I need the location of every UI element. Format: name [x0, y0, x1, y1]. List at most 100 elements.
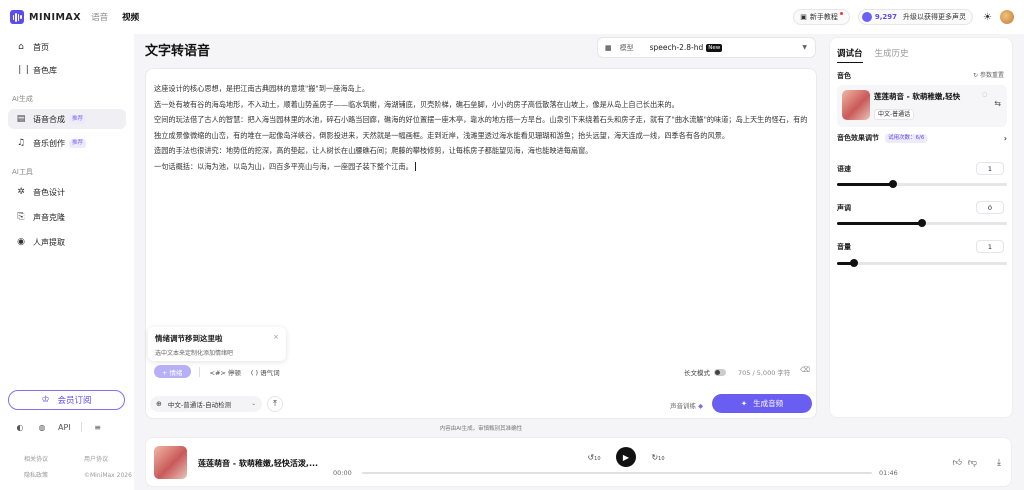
effect-label: 音色效果调节: [837, 134, 879, 142]
theme-toggle-icon[interactable]: ☀: [983, 12, 992, 23]
voice-effect-row[interactable]: 音色效果调节 试用次数：6/6 ›: [837, 133, 1007, 143]
discord-icon[interactable]: ◐: [14, 421, 26, 433]
editor-text[interactable]: 这座设计的核心思想，是把江南古典园林的意境"搬"到一座海岛上。 选一处有坡有谷的…: [154, 81, 809, 174]
avatar[interactable]: [1000, 10, 1014, 24]
tab-history[interactable]: 生成历史: [875, 47, 909, 63]
emotion-button[interactable]: + 情绪: [154, 365, 191, 378]
sidebar-item-label: 音色设计: [33, 187, 65, 197]
user-agreement-link[interactable]: 用户协议: [84, 452, 108, 468]
sidebar-group-tools: AI工具: [12, 168, 33, 176]
language-select[interactable]: ⊕ 中文-普通话-自动检测 ⌄: [150, 396, 262, 412]
voice-name: 莲莲萌音 - 软萌稚嫩,轻快: [874, 92, 961, 101]
clear-icon[interactable]: ⌫: [800, 366, 810, 374]
slider-knob[interactable]: [889, 180, 898, 188]
voice-train-button[interactable]: 声音训练 ◆: [670, 400, 703, 410]
chevron-down-icon: ⌄: [251, 401, 256, 407]
agreement-link[interactable]: 相关协议: [24, 452, 84, 468]
nav-voice[interactable]: 语音: [91, 11, 108, 23]
generate-audio-button[interactable]: ✦ 生成音频: [712, 394, 812, 413]
divider: [80, 422, 82, 432]
sparkle-icon: ◆: [698, 402, 704, 410]
reset-icon: ↻: [973, 72, 979, 79]
sidebar-group-ai: AI生成: [12, 95, 33, 103]
skip-forward-label: 10: [658, 455, 665, 462]
logo[interactable]: MINIMAX: [10, 10, 81, 24]
voice-thumbnail: [842, 90, 870, 120]
sidebar-item-label: 首页: [33, 42, 49, 52]
coin-icon: [861, 12, 872, 22]
audio-player: 莲莲萌音 - 软萌稚嫩,轻快活泼,... ↺10 ▶ ↻10 00:00 01:…: [145, 437, 1012, 487]
upload-icon: ⤒: [273, 399, 277, 408]
skip-forward-button[interactable]: ↻10: [650, 453, 666, 462]
upload-button[interactable]: ⤒: [267, 396, 283, 412]
interjection-button[interactable]: ( ) 语气词: [251, 367, 280, 377]
sidebar-item-home[interactable]: ⌂ 首页: [8, 37, 126, 57]
model-select[interactable]: ▦ 模型 speech-2.8-hd New ▼: [597, 37, 816, 58]
sidebar-item-label: 声音克隆: [33, 212, 65, 222]
track-name: 莲莲萌音 - 软萌稚嫩,轻快活泼,...: [198, 459, 319, 468]
voice-card[interactable]: 莲莲萌音 - 软萌稚嫩,轻快 ◌ 中文-普通话 ⇆: [837, 85, 1007, 127]
play-icon: ▶: [622, 452, 630, 462]
sidebar-item-library[interactable]: ❘❘ 音色库: [8, 60, 126, 80]
long-text-toggle[interactable]: [714, 368, 726, 376]
more-icon[interactable]: ≡: [92, 421, 104, 433]
slider-knob[interactable]: [850, 259, 858, 267]
sidebar-item-tts[interactable]: ▤ 语音合成 推荐: [8, 109, 126, 129]
slider-knob[interactable]: [918, 219, 926, 227]
pitch-value[interactable]: 0: [976, 201, 1004, 214]
copyright-text: ©MiniMax 2026: [84, 472, 132, 479]
page-title: 文字转语音: [145, 44, 211, 59]
speed-slider[interactable]: [837, 180, 1007, 188]
skip-back-button[interactable]: ↺10: [586, 453, 602, 462]
speed-label: 语速: [837, 165, 851, 173]
api-link[interactable]: API: [58, 423, 71, 432]
skip-back-label: 10: [594, 455, 601, 462]
sidebar-item-voice-design[interactable]: ✲ 音色设计: [8, 182, 126, 202]
close-icon[interactable]: ×: [273, 333, 279, 341]
slider-fill: [837, 222, 922, 225]
logo-icon: [10, 10, 24, 24]
long-text-label: 长文模式: [684, 369, 710, 377]
tutorial-icon: ▣: [800, 13, 807, 21]
vip-subscribe-button[interactable]: ♔ 会员订阅: [8, 390, 125, 410]
reset-label: 参数重置: [979, 72, 1004, 79]
sidebar-item-label: 人声提取: [33, 237, 65, 247]
volume-slider[interactable]: [837, 259, 1007, 267]
thumbs-up-icon[interactable]: 👍︎: [952, 458, 961, 468]
reset-button[interactable]: ↻ 参数重置: [973, 70, 1004, 79]
thumbs-down-icon[interactable]: 👎︎: [968, 458, 977, 468]
library-icon: ❘❘: [16, 65, 32, 75]
crown-icon: ♔: [41, 395, 50, 405]
new-badge: New: [706, 43, 723, 52]
speed-value[interactable]: 1: [976, 162, 1004, 175]
sidebar-item-vocal-extract[interactable]: ◉ 人声提取: [8, 232, 126, 252]
pitch-slider[interactable]: [837, 219, 1007, 227]
privacy-link[interactable]: 隐私政策: [24, 468, 84, 484]
paragraph: 造园的手法也很讲究：地势低的挖深，高的垫起，让人树长在山腰礁石间；爬藤的攀枝修剪…: [154, 146, 593, 155]
tutorial-button[interactable]: ▣ 新手教程: [793, 9, 850, 25]
divider: [198, 366, 200, 377]
music-icon: ♫: [16, 138, 26, 148]
long-text-mode[interactable]: 长文模式: [684, 367, 726, 377]
text-editor[interactable]: 这座设计的核心思想，是把江南古典园林的意境"搬"到一座海岛上。 选一处有坡有谷的…: [145, 68, 817, 419]
tab-console[interactable]: 调试台: [837, 47, 863, 63]
globe-icon: ⊕: [156, 400, 162, 408]
voice-design-icon: ✲: [17, 187, 25, 197]
progress-bar[interactable]: [362, 472, 872, 474]
download-icon[interactable]: ⤓: [997, 458, 1001, 468]
emotion-tooltip: 情绪调节移到这里啦 选中文本来定制化添加情绪吧 ×: [148, 327, 286, 361]
nav-video[interactable]: 视频: [122, 11, 139, 23]
paragraph: 这座设计的核心思想，是把江南古典园林的意境"搬"到一座海岛上。: [154, 84, 370, 93]
sidebar-item-music[interactable]: ♫ 音乐创作 推荐: [8, 133, 126, 153]
swap-icon[interactable]: ⇆: [994, 99, 1001, 108]
wechat-icon[interactable]: ◍: [36, 421, 48, 433]
paragraph: 一句话概括：以海为池，以岛为山，四百多平亮山与海，一座园子装下整个江南。: [154, 161, 413, 171]
volume-value[interactable]: 1: [976, 240, 1004, 253]
sidebar-item-voice-clone[interactable]: ⎘ 声音克隆: [8, 207, 126, 227]
slider-fill: [837, 183, 894, 186]
home-icon: ⌂: [18, 42, 24, 52]
credits-button[interactable]: 9,297 升级以获得更多声灵: [857, 9, 974, 25]
pause-button[interactable]: <#> 停顿: [210, 367, 241, 377]
play-button[interactable]: ▶: [616, 447, 636, 467]
voice-train-label: 声音训练: [670, 402, 696, 410]
